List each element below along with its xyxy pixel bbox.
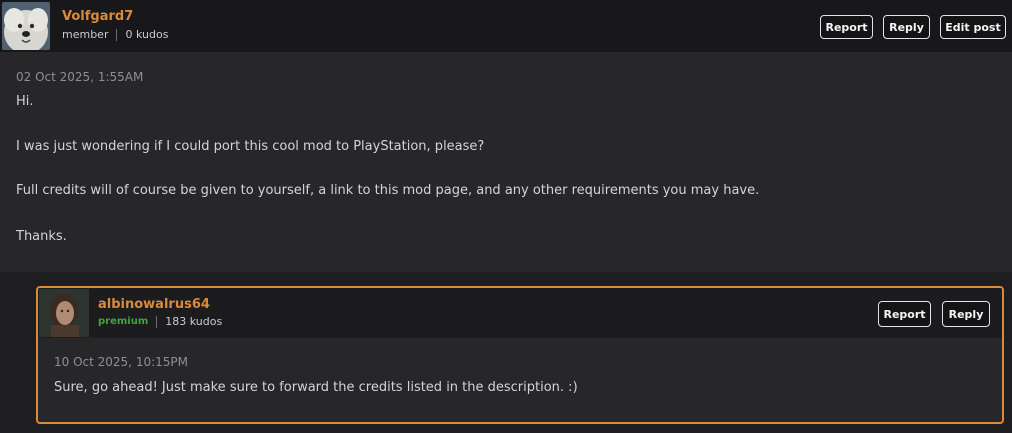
user-kudos: 0 kudos xyxy=(125,28,169,41)
reply-timestamp: 10 Oct 2025, 10:15PM xyxy=(54,355,188,369)
post-header: Volfgard7 member 0 kudos Report Reply Ed… xyxy=(0,0,1012,52)
report-button[interactable]: Report xyxy=(820,15,873,39)
dog-avatar-icon xyxy=(2,2,50,50)
meta-divider xyxy=(156,315,158,328)
user-avatar[interactable] xyxy=(2,2,50,50)
user-role: member xyxy=(62,28,109,41)
meta-divider xyxy=(116,28,118,41)
post-username[interactable]: Volfgard7 xyxy=(62,9,133,24)
post-body-line: I was just wondering if I could port thi… xyxy=(16,139,485,154)
post-body-area xyxy=(0,52,1012,272)
reply-user-meta: premium 183 kudos xyxy=(98,315,222,328)
reply-post: albinowalrus64 premium 183 kudos Report … xyxy=(36,286,1004,424)
reply-button[interactable]: Reply xyxy=(883,15,930,39)
portrait-avatar-icon xyxy=(39,289,89,337)
post-body-line: Thanks. xyxy=(16,229,67,244)
post-body-line: Full credits will of course be given to … xyxy=(16,183,760,198)
reply-reply-button[interactable]: Reply xyxy=(942,301,990,327)
post-body-line: Hi. xyxy=(16,94,34,109)
premium-badge: premium xyxy=(98,316,149,327)
reply-header: albinowalrus64 premium 183 kudos Report … xyxy=(38,288,1002,338)
reply-username[interactable]: albinowalrus64 xyxy=(98,297,210,312)
post-user-meta: member 0 kudos xyxy=(62,28,168,41)
reply-body: Sure, go ahead! Just make sure to forwar… xyxy=(54,380,578,395)
comment-post: Volfgard7 member 0 kudos Report Reply Ed… xyxy=(0,0,1012,433)
reply-report-button[interactable]: Report xyxy=(878,301,931,327)
edit-post-button[interactable]: Edit post xyxy=(940,15,1006,39)
post-timestamp: 02 Oct 2025, 1:55AM xyxy=(16,70,144,84)
reply-user-kudos: 183 kudos xyxy=(165,315,223,328)
reply-user-avatar[interactable] xyxy=(39,289,89,337)
